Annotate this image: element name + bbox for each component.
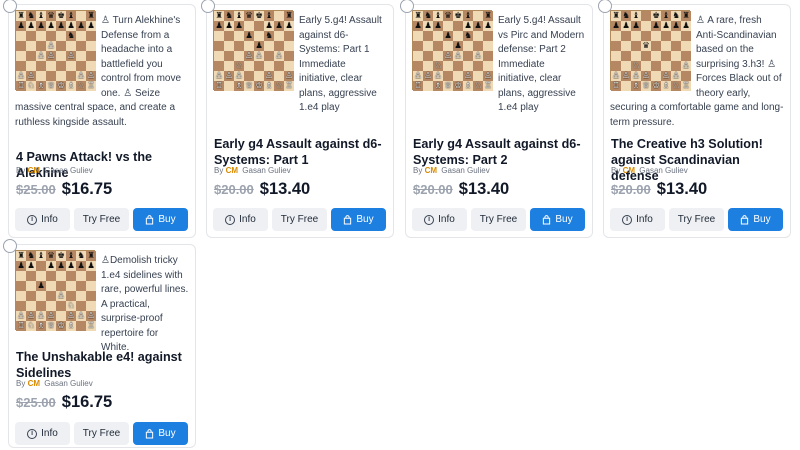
course-card: ♜ ♞ ♝ ♛ ♚ ♝ ♜ ♟ ♟ ♟ ♟ ♟ ♟ ♟ ♞ ♟ ♙ ♙ ♙ ♘ ♙ ♙ ♙ ♙ ♙ ♖ ♗ ♕ ♔ ♗ ♘ ♖ Early 5… (201, 0, 394, 238)
shopping-bag-icon (543, 214, 551, 225)
course-card: ♜ ♞ ♝ ♛ ♚ ♝ ♞ ♜ ♟ ♟ ♟ ♟ ♟ ♟ ♟ ♟ ♙ ♘ ♙ ♙ ♙ ♙ ♙ ♙ ♙ ♖ ♘ ♗ ♕ ♔ ♗ ♖ ♙Demoli… (3, 239, 196, 448)
title-badge: CM (225, 166, 239, 175)
course-card: ♜ ♞ ♝ ♚ ♝ ♞ ♜ ♟ ♟ ♟ ♟ ♟ ♟ ♟ ♛ ♘ ♙ ♙ ♙ ♙ ♙ ♙ ♙ ♖ ♗ ♕ ♔ ♗ ♘ ♖ ♙ A rare,… (598, 0, 791, 238)
old-price: $25.00 (16, 395, 56, 410)
sale-price: $16.75 (61, 180, 113, 198)
by-label: By (611, 166, 621, 175)
author-name[interactable]: Gasan Guliev (44, 166, 92, 175)
info-label: Info (41, 214, 58, 225)
board-wrap-spacer (15, 14, 101, 98)
info-button[interactable]: i Info (213, 208, 268, 231)
price-block: $20.00 $13.40 (413, 180, 509, 199)
author-name[interactable]: Gasan Guliev (441, 166, 489, 175)
shopping-bag-icon (146, 428, 154, 439)
info-button[interactable]: i Info (610, 208, 665, 231)
title-badge: CM (27, 166, 41, 175)
price-block: $25.00 $16.75 (16, 393, 112, 412)
old-price: $20.00 (611, 182, 651, 197)
by-label: By (16, 379, 26, 388)
info-icon: i (27, 214, 38, 225)
info-label: Info (438, 214, 455, 225)
price-block: $20.00 $13.40 (611, 180, 707, 199)
course-description: ♙ Turn Alekhine's Defense from a headach… (15, 14, 189, 130)
course-title[interactable]: 4 Pawns Attack! vs the Alekhine (16, 149, 192, 181)
info-icon: i (622, 214, 633, 225)
course-card: ♜ ♞ ♝ ♛ ♚ ♝ ♜ ♟ ♟ ♟ ♟ ♟ ♟ ♟ ♞ ♟ ♙ ♙ ♙ ♘ ♙ ♙ ♙ ♙ ♙ ♖ ♗ ♕ ♔ ♗ ♘ ♖ Early 5… (400, 0, 593, 238)
course-description-text: ♙Demolish tricky 1.e4 sidelines with rar… (101, 255, 189, 353)
try-free-button[interactable]: Try Free (74, 208, 129, 231)
board-wrap-spacer (610, 14, 696, 98)
buy-label: Buy (158, 214, 176, 225)
try-free-button[interactable]: Try Free (74, 422, 129, 445)
buy-label: Buy (158, 428, 176, 439)
buy-button[interactable]: Buy (133, 422, 188, 445)
sale-price: $16.75 (61, 393, 113, 411)
buy-button[interactable]: Buy (331, 208, 386, 231)
author-name[interactable]: Gasan Guliev (242, 166, 290, 175)
title-badge: CM (622, 166, 636, 175)
buy-button[interactable]: Buy (133, 208, 188, 231)
sale-price: $13.40 (458, 180, 510, 198)
buy-label: Buy (555, 214, 573, 225)
try-free-button[interactable]: Try Free (272, 208, 327, 231)
sale-price: $13.40 (259, 180, 311, 198)
course-description: ♙ A rare, fresh Anti-Scandinavian based … (610, 14, 784, 130)
course-author: By CM Gasan Guliev (16, 379, 93, 388)
course-description-text: Early 5.g4! Assault against d6-Systems: … (299, 15, 382, 113)
info-label: Info (239, 214, 256, 225)
price-block: $25.00 $16.75 (16, 180, 112, 199)
course-author: By CM Gasan Guliev (214, 166, 291, 175)
shopping-bag-icon (741, 214, 749, 225)
course-title[interactable]: Early g4 Assault against d6-Systems: Par… (413, 136, 589, 168)
buy-label: Buy (753, 214, 771, 225)
try-free-button[interactable]: Try Free (471, 208, 526, 231)
title-badge: CM (27, 379, 41, 388)
try-free-label: Try Free (82, 428, 121, 439)
course-title[interactable]: Early g4 Assault against d6-Systems: Par… (214, 136, 390, 168)
info-icon: i (424, 214, 435, 225)
shopping-bag-icon (344, 214, 352, 225)
title-badge: CM (424, 166, 438, 175)
try-free-label: Try Free (479, 214, 518, 225)
info-button[interactable]: i Info (15, 422, 70, 445)
old-price: $25.00 (16, 182, 56, 197)
buy-button[interactable]: Buy (530, 208, 585, 231)
by-label: By (214, 166, 224, 175)
course-card: ♜ ♞ ♝ ♛ ♚ ♝ ♜ ♟ ♟ ♟ ♟ ♟ ♟ ♟ ♟ ♞ ♙ ♙ ♙ ♙ ♙ ♙ ♙ ♙ ♖ ♘ ♗ ♕ ♔ ♗ ♘ ♖ ♙ Turn … (3, 0, 196, 238)
course-author: By CM Gasan Guliev (413, 166, 490, 175)
try-free-label: Try Free (677, 214, 716, 225)
by-label: By (413, 166, 423, 175)
info-button[interactable]: i Info (15, 208, 70, 231)
course-title[interactable]: The Unshakable e4! against Sidelines (16, 349, 192, 381)
info-button[interactable]: i Info (412, 208, 467, 231)
sale-price: $13.40 (656, 180, 708, 198)
old-price: $20.00 (413, 182, 453, 197)
author-name[interactable]: Gasan Guliev (44, 379, 92, 388)
info-icon: i (27, 428, 38, 439)
old-price: $20.00 (214, 182, 254, 197)
course-author: By CM Gasan Guliev (16, 166, 93, 175)
author-name[interactable]: Gasan Guliev (639, 166, 687, 175)
buy-label: Buy (356, 214, 374, 225)
info-label: Info (41, 428, 58, 439)
course-title[interactable]: The Creative h3 Solution! against Scandi… (611, 136, 787, 184)
by-label: By (16, 166, 26, 175)
course-author: By CM Gasan Guliev (611, 166, 688, 175)
shopping-bag-icon (146, 214, 154, 225)
buy-button[interactable]: Buy (728, 208, 783, 231)
price-block: $20.00 $13.40 (214, 180, 310, 199)
info-icon: i (225, 214, 236, 225)
info-label: Info (636, 214, 653, 225)
try-free-button[interactable]: Try Free (669, 208, 724, 231)
try-free-label: Try Free (82, 214, 121, 225)
try-free-label: Try Free (280, 214, 319, 225)
course-description-text: Early 5.g4! Assault vs Pirc and Modern d… (498, 15, 585, 113)
select-checkbox[interactable] (3, 239, 17, 253)
